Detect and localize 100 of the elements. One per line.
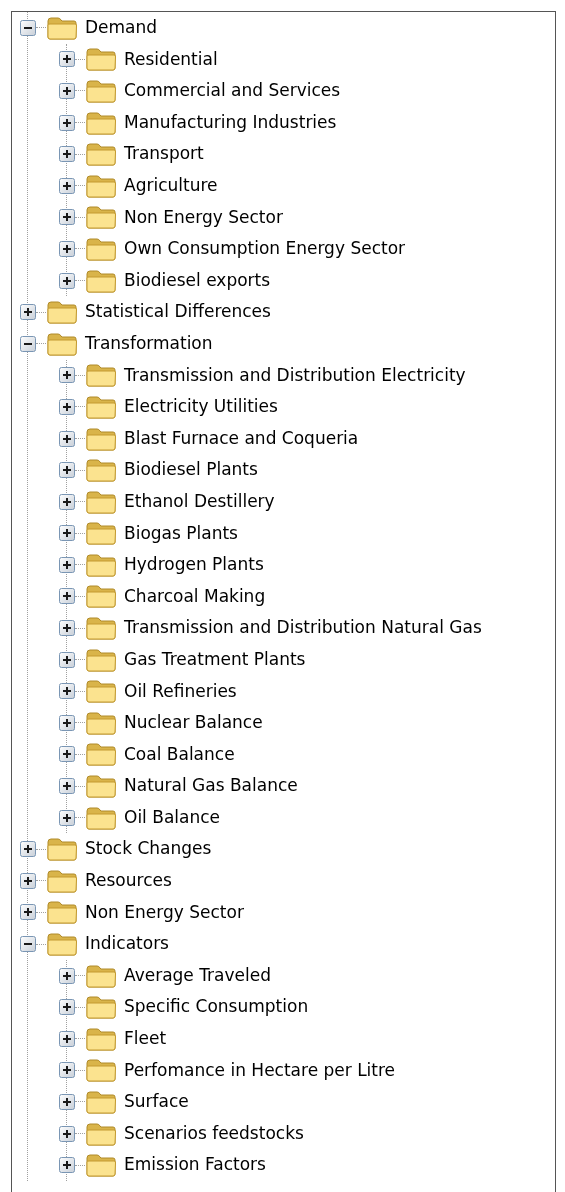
- tree-item-label[interactable]: Biodiesel exports: [124, 267, 271, 294]
- folder-icon: [85, 709, 117, 736]
- tree-item-label[interactable]: Natural Gas Balance: [124, 773, 298, 799]
- tree-item-label[interactable]: Commercial and Services: [124, 78, 341, 104]
- expand-icon[interactable]: [59, 114, 75, 131]
- tree-item-label[interactable]: Residential: [124, 46, 218, 73]
- folder-icon: [46, 330, 78, 357]
- folder-icon: [85, 1120, 117, 1147]
- expand-icon[interactable]: [59, 525, 75, 542]
- expand-icon[interactable]: [59, 683, 75, 700]
- tree-item-label[interactable]: Statistical Differences: [85, 299, 271, 325]
- folder-icon: [46, 14, 78, 41]
- tree-item-label[interactable]: Non Energy Sector: [124, 204, 283, 231]
- folder-icon: [85, 773, 117, 800]
- folder-icon: [85, 678, 117, 705]
- tree-item-label[interactable]: Ethanol Destillery: [124, 488, 275, 515]
- expand-icon[interactable]: [59, 209, 75, 226]
- tree-item-label[interactable]: Transport: [124, 141, 204, 167]
- folder-icon: [85, 204, 117, 231]
- tree-item-label[interactable]: Perfomance in Hectare per Litre: [124, 1057, 396, 1084]
- expand-icon[interactable]: [20, 841, 36, 858]
- expand-icon[interactable]: [59, 809, 75, 826]
- folder-icon: [85, 551, 117, 578]
- expand-icon[interactable]: [59, 1157, 75, 1174]
- tree-item-label[interactable]: Own Consumption Energy Sector: [124, 236, 406, 262]
- expand-icon[interactable]: [59, 714, 75, 731]
- tree-item-label[interactable]: Indicators: [85, 931, 169, 957]
- folder-icon: [85, 1057, 117, 1084]
- tree-item-label[interactable]: Demand: [85, 15, 158, 41]
- folder-icon: [46, 867, 78, 894]
- tree-item-label[interactable]: Resources: [85, 868, 172, 894]
- tree-item-label[interactable]: Electricity Utilities: [124, 394, 278, 420]
- tree-item-label[interactable]: Emission Factors: [124, 1152, 266, 1178]
- tree-item-label[interactable]: Biodiesel Plants: [124, 457, 258, 483]
- expand-icon[interactable]: [59, 1125, 75, 1142]
- expand-icon[interactable]: [59, 177, 75, 194]
- collapse-icon[interactable]: [20, 936, 36, 952]
- expand-icon[interactable]: [59, 462, 75, 479]
- folder-icon: [85, 994, 117, 1021]
- collapse-icon[interactable]: [20, 335, 36, 352]
- folder-icon: [85, 393, 117, 420]
- tree-item-label[interactable]: Agriculture: [124, 173, 218, 199]
- expand-icon[interactable]: [59, 967, 75, 984]
- expand-icon[interactable]: [59, 651, 75, 668]
- tree-item-label[interactable]: Coal Balance: [124, 741, 235, 768]
- tree-item-label[interactable]: Gas Treatment Plants: [124, 646, 306, 673]
- expand-icon[interactable]: [59, 746, 75, 763]
- tree-item-label[interactable]: Oil Refineries: [124, 678, 237, 704]
- expand-icon[interactable]: [20, 304, 36, 321]
- tree-item-label[interactable]: Specific Consumption: [124, 994, 309, 1020]
- folder-icon: [85, 1152, 117, 1179]
- expand-icon[interactable]: [59, 999, 75, 1016]
- expand-icon[interactable]: [59, 272, 75, 289]
- expand-icon[interactable]: [59, 1030, 75, 1047]
- folder-icon: [85, 488, 117, 515]
- folder-icon: [85, 78, 117, 104]
- tree-item-label[interactable]: Nuclear Balance: [124, 710, 263, 736]
- expand-icon[interactable]: [59, 51, 75, 68]
- collapse-icon[interactable]: [20, 19, 36, 36]
- expand-icon[interactable]: [20, 872, 36, 889]
- expand-icon[interactable]: [59, 367, 75, 384]
- tree-item-label[interactable]: Average Traveled: [124, 962, 271, 989]
- tree-item-label[interactable]: Biogas Plants: [124, 520, 238, 547]
- tree-item-label[interactable]: Oil Balance: [124, 804, 221, 831]
- expand-icon[interactable]: [59, 1094, 75, 1110]
- folder-icon: [85, 520, 117, 547]
- folder-icon: [85, 646, 117, 673]
- tree-item-label[interactable]: Fleet: [124, 1026, 167, 1052]
- folder-icon: [85, 235, 117, 262]
- tree-item-label[interactable]: Stock Changes: [85, 836, 212, 862]
- tree-item-label[interactable]: Blast Furnace and Coqueria: [124, 425, 359, 452]
- expand-icon[interactable]: [59, 398, 75, 415]
- tree-item-label[interactable]: Charcoal Making: [124, 583, 266, 610]
- expand-icon[interactable]: [59, 146, 75, 163]
- folder-icon: [85, 741, 117, 768]
- tree-item-label[interactable]: Hydrogen Plants: [124, 552, 264, 578]
- expand-icon[interactable]: [59, 240, 75, 257]
- expand-icon[interactable]: [59, 493, 75, 510]
- folder-icon: [85, 1089, 117, 1115]
- expand-icon[interactable]: [59, 620, 75, 637]
- folder-icon: [85, 141, 117, 168]
- tree-item-label[interactable]: Surface: [124, 1089, 189, 1115]
- folder-icon: [85, 425, 117, 452]
- tree-item-label[interactable]: Transformation: [85, 331, 213, 357]
- expand-icon[interactable]: [59, 778, 75, 795]
- expand-icon[interactable]: [20, 904, 36, 921]
- folder-icon: [46, 299, 78, 326]
- expand-icon[interactable]: [59, 1062, 75, 1079]
- expand-icon[interactable]: [59, 588, 75, 605]
- folder-icon: [85, 172, 117, 199]
- expand-icon[interactable]: [59, 83, 75, 99]
- tree-item-label[interactable]: Scenarios feedstocks: [124, 1120, 304, 1147]
- folder-icon: [85, 267, 117, 294]
- folder-icon: [85, 1025, 117, 1052]
- tree-item-label[interactable]: Transmission and Distribution Natural Gas: [124, 615, 482, 641]
- tree-item-label[interactable]: Non Energy Sector: [85, 899, 244, 926]
- expand-icon[interactable]: [59, 556, 75, 573]
- tree-item-label[interactable]: Manufacturing Industries: [124, 109, 337, 136]
- expand-icon[interactable]: [59, 430, 75, 447]
- tree-item-label[interactable]: Transmission and Distribution Electricity: [124, 362, 466, 389]
